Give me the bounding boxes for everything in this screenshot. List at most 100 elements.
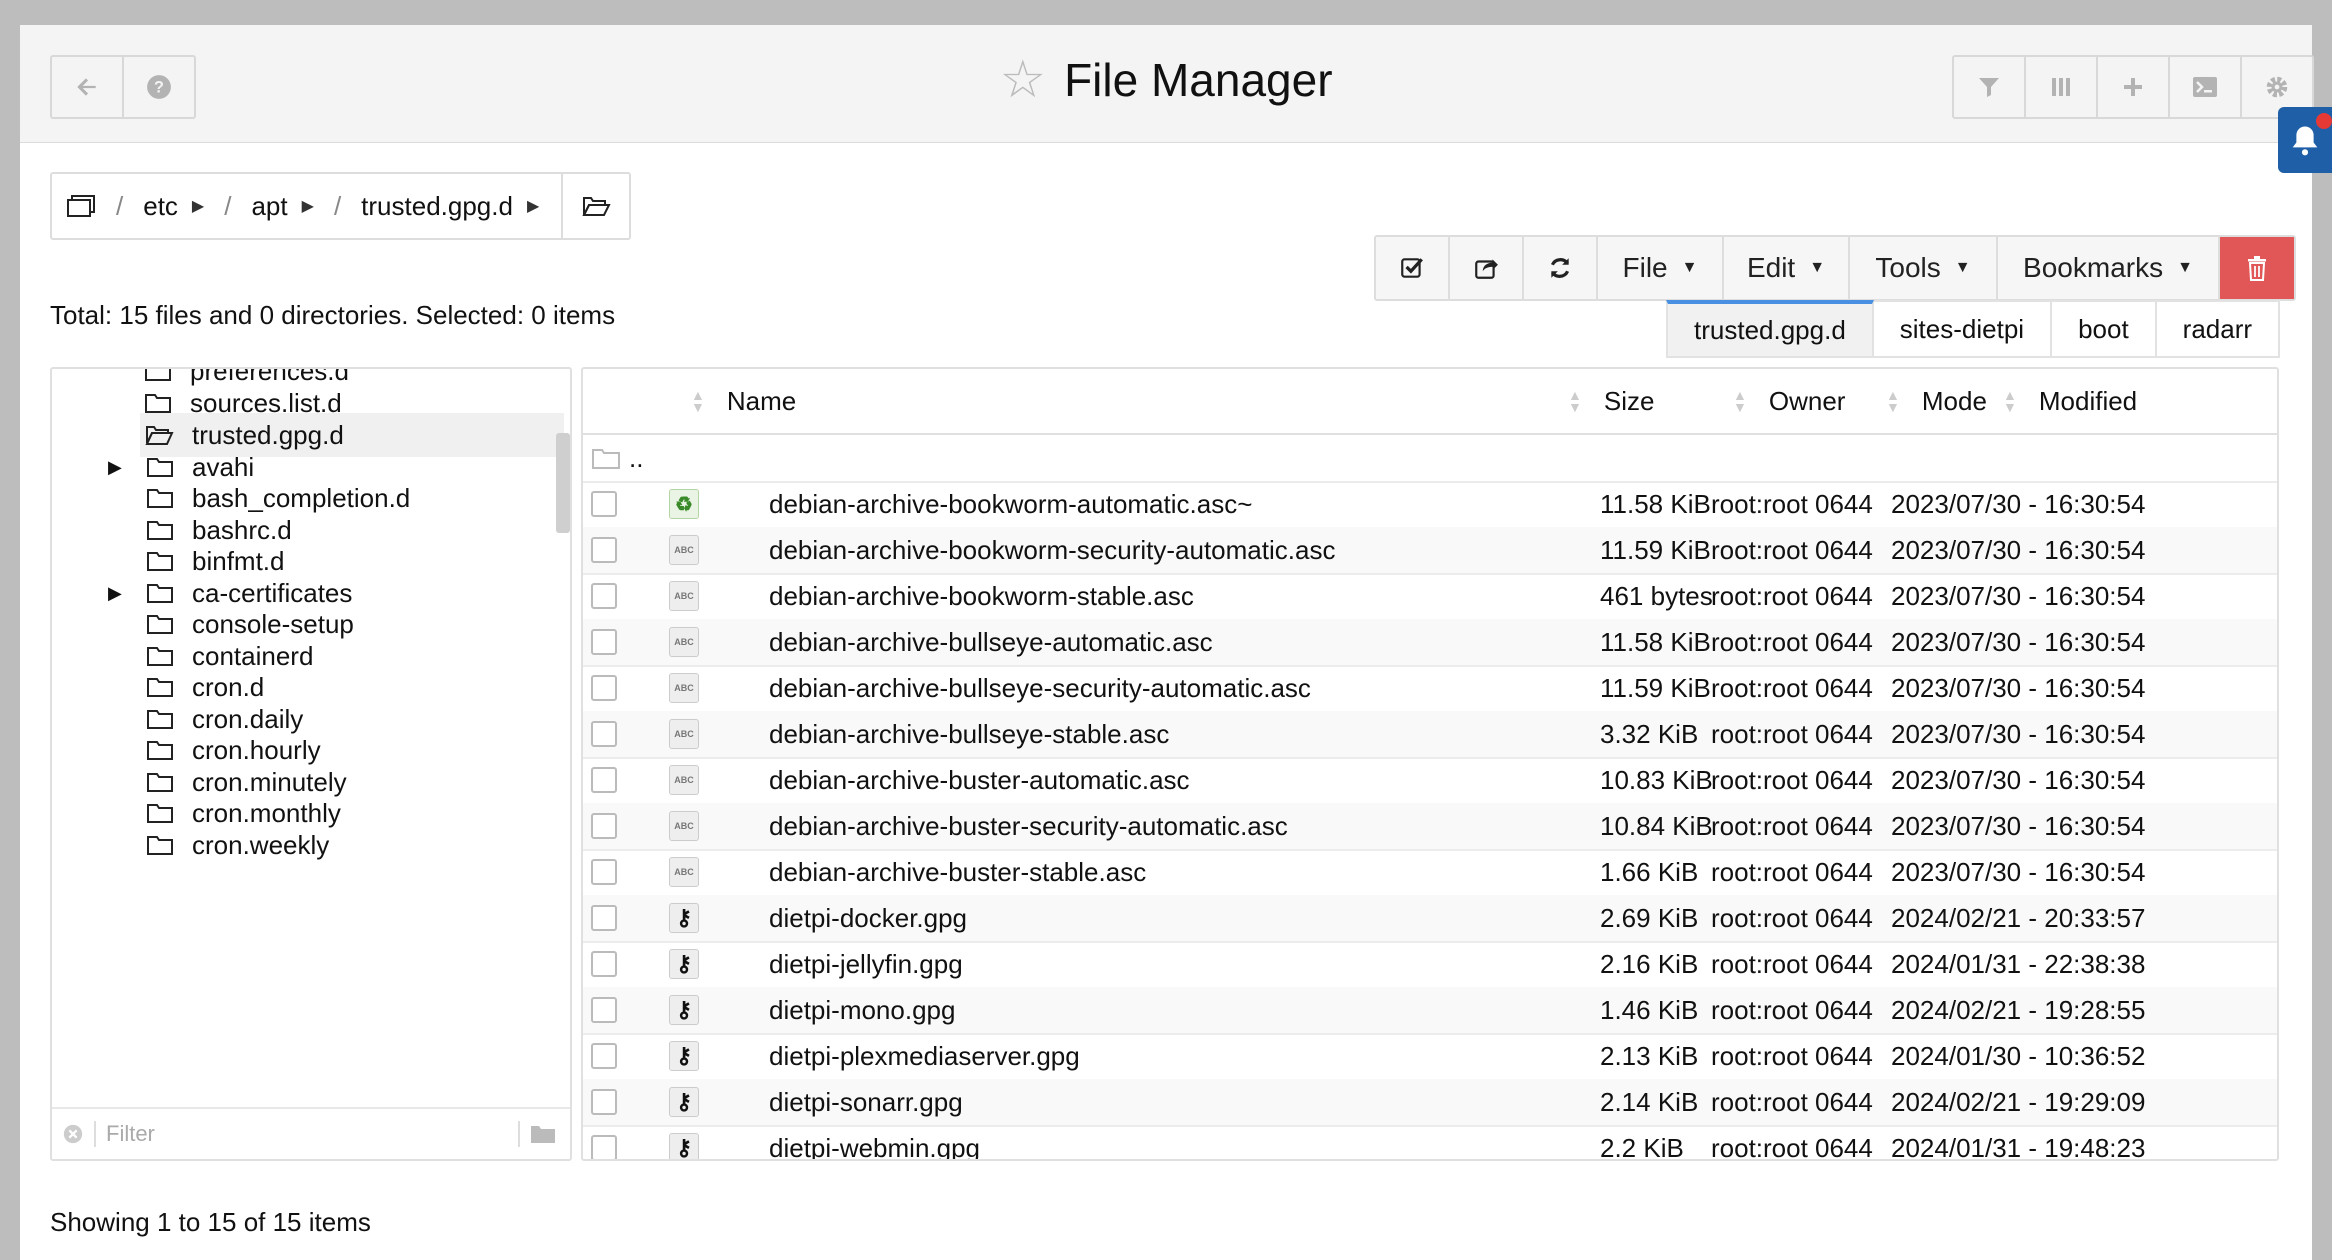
- row-checkbox[interactable]: [591, 997, 617, 1023]
- row-checkbox[interactable]: [591, 859, 617, 885]
- cell-name[interactable]: dietpi-sonarr.gpg: [769, 1079, 963, 1125]
- row-checkbox-cell: [591, 481, 617, 527]
- cell-name[interactable]: debian-archive-buster-security-automatic…: [769, 803, 1288, 849]
- cell-owner: root:root: [1711, 580, 1808, 611]
- text-file-icon: ABC: [669, 765, 699, 795]
- filter-button[interactable]: [1954, 57, 2026, 117]
- row-checkbox[interactable]: [591, 1089, 617, 1115]
- caret-right-icon[interactable]: ▶: [527, 196, 539, 216]
- table-row[interactable]: ABC debian-archive-buster-automatic.asc 10…: [583, 757, 2277, 805]
- tab-radarr[interactable]: radarr: [2156, 300, 2281, 358]
- folder-icon: [146, 613, 174, 635]
- row-checkbox[interactable]: [591, 537, 617, 563]
- tab-trusted-gpg-d[interactable]: trusted.gpg.d: [1666, 300, 1874, 358]
- cell-owner: root:root: [1711, 994, 1808, 1025]
- breadcrumb-trusted[interactable]: trusted.gpg.d ▶: [347, 191, 553, 222]
- row-checkbox[interactable]: [591, 905, 617, 931]
- cell-name[interactable]: dietpi-mono.gpg: [769, 987, 955, 1033]
- cell-name[interactable]: debian-archive-bullseye-security-automat…: [769, 665, 1311, 711]
- breadcrumb-root[interactable]: [52, 194, 110, 218]
- tree-item[interactable]: preferences.d: [144, 369, 349, 393]
- cell-name[interactable]: dietpi-plexmediaserver.gpg: [769, 1033, 1080, 1079]
- table-row[interactable]: ABC debian-archive-bullseye-automatic.asc…: [583, 619, 2277, 667]
- file-icon-cell: ⚷: [669, 1033, 699, 1079]
- column-header-mode[interactable]: ▲ ▼ Mode: [1886, 369, 1987, 433]
- tab-boot[interactable]: boot: [2052, 300, 2157, 358]
- row-checkbox[interactable]: [591, 951, 617, 977]
- row-checkbox[interactable]: [591, 583, 617, 609]
- column-header-size[interactable]: ▲ ▼ Size: [1568, 369, 1654, 433]
- file-menu-label: File: [1622, 252, 1668, 283]
- cell-name[interactable]: debian-archive-buster-stable.asc: [769, 849, 1146, 895]
- cell-name[interactable]: dietpi-jellyfin.gpg: [769, 941, 963, 987]
- cell-mode: 0644: [1815, 810, 1873, 841]
- tab-label: trusted.gpg.d: [1694, 314, 1846, 345]
- row-checkbox-cell: [591, 527, 617, 573]
- filter-input[interactable]: Filter: [106, 1121, 518, 1147]
- table-row[interactable]: ⚷ dietpi-mono.gpg 1.46 KiB root:root 0644 202…: [583, 987, 2277, 1035]
- row-checkbox[interactable]: [591, 1043, 617, 1069]
- cell-mode: 0644: [1815, 948, 1873, 979]
- columns-button[interactable]: [2026, 57, 2098, 117]
- refresh-button[interactable]: [1524, 237, 1598, 299]
- share-button[interactable]: [1450, 237, 1524, 299]
- cell-name[interactable]: debian-archive-bullseye-stable.asc: [769, 711, 1169, 757]
- row-checkbox-cell: [591, 1125, 617, 1159]
- edit-menu-button[interactable]: Edit ▼: [1724, 237, 1850, 299]
- cell-name[interactable]: debian-archive-bookworm-stable.asc: [769, 573, 1194, 619]
- row-checkbox[interactable]: [591, 1135, 617, 1159]
- cell-name[interactable]: debian-archive-bookworm-automatic.asc~: [769, 481, 1252, 527]
- caret-right-icon[interactable]: ▶: [108, 583, 128, 604]
- table-row[interactable]: ⚷ dietpi-webmin.gpg 2.2 KiB root:root 0644 20…: [583, 1125, 2277, 1160]
- column-header-owner[interactable]: ▲ ▼ Owner: [1733, 369, 1845, 433]
- add-button[interactable]: [2098, 57, 2170, 117]
- delete-button[interactable]: [2220, 237, 2294, 299]
- table-row[interactable]: ABC debian-archive-buster-stable.asc 1.66 …: [583, 849, 2277, 897]
- column-header-modified[interactable]: ▲ ▼ Modified: [2003, 369, 2137, 433]
- row-checkbox[interactable]: [591, 491, 617, 517]
- table-row[interactable]: ⚷ dietpi-sonarr.gpg 2.14 KiB root:root 0644 2…: [583, 1079, 2277, 1127]
- column-header-name[interactable]: ▲ ▼ Name: [691, 369, 796, 433]
- cell-name[interactable]: dietpi-webmin.gpg: [769, 1125, 980, 1160]
- table-row[interactable]: ABC debian-archive-bullseye-stable.asc 3.3…: [583, 711, 2277, 759]
- row-checkbox[interactable]: [591, 767, 617, 793]
- folder-icon[interactable]: [530, 1124, 556, 1144]
- caret-right-icon[interactable]: ▶: [108, 457, 128, 478]
- file-icon-cell: ABC: [669, 573, 699, 619]
- breadcrumb-apt[interactable]: apt ▶: [237, 191, 327, 222]
- table-row[interactable]: ABC debian-archive-bookworm-security-auto…: [583, 527, 2277, 575]
- star-icon[interactable]: ☆: [999, 51, 1046, 109]
- notification-button[interactable]: [2278, 107, 2332, 173]
- table-row[interactable]: ⚷ dietpi-jellyfin.gpg 2.16 KiB root:root 064…: [583, 941, 2277, 989]
- table-row[interactable]: ABC debian-archive-bullseye-security-auto…: [583, 665, 2277, 713]
- cell-name[interactable]: debian-archive-bullseye-automatic.asc: [769, 619, 1213, 665]
- table-row[interactable]: ABC debian-archive-bookworm-stable.asc 461…: [583, 573, 2277, 621]
- caret-right-icon[interactable]: ▶: [302, 196, 314, 216]
- row-checkbox[interactable]: [591, 629, 617, 655]
- open-folder-button[interactable]: [561, 174, 629, 238]
- directory-tree: cron.weekly cron.monthly cron.minutely cron…: [50, 367, 572, 1161]
- parent-directory-row[interactable]: ..: [583, 435, 2277, 483]
- tree-scrollbar[interactable]: [556, 433, 570, 533]
- folder-icon: [146, 550, 174, 572]
- caret-right-icon[interactable]: ▶: [192, 196, 204, 216]
- table-row[interactable]: ABC debian-archive-buster-security-automa…: [583, 803, 2277, 851]
- tab-sites-dietpi[interactable]: sites-dietpi: [1873, 300, 2053, 358]
- row-checkbox[interactable]: [591, 813, 617, 839]
- cell-name[interactable]: debian-archive-buster-automatic.asc: [769, 757, 1190, 803]
- cell-name[interactable]: debian-archive-bookworm-security-automat…: [769, 527, 1335, 573]
- table-row[interactable]: ♻ debian-archive-bookworm-automatic.asc~ 1…: [583, 481, 2277, 529]
- table-row[interactable]: ⚷ dietpi-docker.gpg 2.69 KiB root:root 0644 2…: [583, 895, 2277, 943]
- breadcrumb-label: trusted.gpg.d: [361, 190, 513, 221]
- tools-menu-button[interactable]: Tools ▼: [1850, 237, 1998, 299]
- cell-name[interactable]: dietpi-docker.gpg: [769, 895, 967, 941]
- row-checkbox[interactable]: [591, 721, 617, 747]
- table-row[interactable]: ⚷ dietpi-plexmediaserver.gpg 2.13 KiB root:…: [583, 1033, 2277, 1081]
- terminal-button[interactable]: [2170, 57, 2242, 117]
- breadcrumb-etc[interactable]: etc ▶: [129, 191, 218, 222]
- row-checkbox[interactable]: [591, 675, 617, 701]
- file-menu-button[interactable]: File ▼: [1598, 237, 1724, 299]
- clear-filter-icon[interactable]: [62, 1123, 84, 1145]
- select-all-button[interactable]: [1376, 237, 1450, 299]
- bookmarks-menu-button[interactable]: Bookmarks ▼: [1998, 237, 2220, 299]
